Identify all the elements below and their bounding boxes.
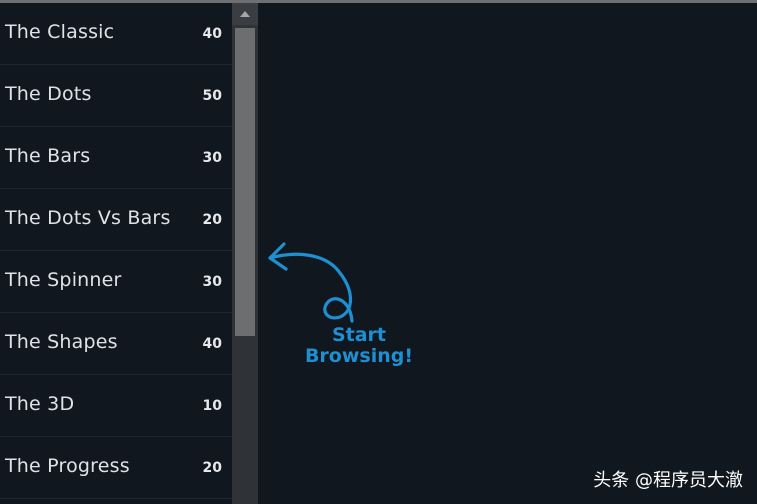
hint-line-2: Browsing! bbox=[304, 345, 414, 367]
hint-line-1: Start bbox=[331, 324, 387, 346]
list-item[interactable]: The Dots 50 bbox=[0, 65, 232, 127]
scrollbar-thumb[interactable] bbox=[235, 28, 255, 336]
item-count: 20 bbox=[202, 212, 222, 228]
list-item[interactable]: The Dots Vs Bars 20 bbox=[0, 189, 232, 251]
item-label: The Spinner bbox=[5, 269, 122, 291]
list-item[interactable]: The Bars 30 bbox=[0, 127, 232, 189]
scroll-up-arrow-icon[interactable] bbox=[232, 3, 258, 25]
item-count: 10 bbox=[202, 398, 222, 414]
item-label: The Shapes bbox=[5, 331, 118, 353]
watermark: 头条 @程序员大澈 bbox=[593, 470, 743, 491]
item-count: 50 bbox=[202, 88, 222, 104]
item-label: The Progress bbox=[5, 455, 130, 477]
item-count: 30 bbox=[202, 274, 222, 290]
list-item[interactable]: The 3D 10 bbox=[0, 375, 232, 437]
item-count: 40 bbox=[202, 26, 222, 42]
item-count: 40 bbox=[202, 336, 222, 352]
item-count: 30 bbox=[202, 150, 222, 166]
item-label: The Classic bbox=[5, 21, 115, 43]
list-item[interactable]: The Progress 20 bbox=[0, 437, 232, 499]
list-item[interactable]: The Shapes 40 bbox=[0, 313, 232, 375]
scrollbar[interactable] bbox=[232, 3, 258, 504]
item-count: 20 bbox=[202, 460, 222, 476]
start-browsing-hint: Start Browsing! bbox=[258, 3, 757, 504]
item-label: The Dots Vs Bars bbox=[5, 207, 171, 229]
sidebar-list[interactable]: The Classic 40 The Dots 50 The Bars 30 T… bbox=[0, 3, 232, 504]
item-label: The Dots bbox=[5, 83, 92, 105]
main-panel: Start Browsing! 头条 @程序员大澈 bbox=[258, 3, 757, 504]
start-browsing-text: Start Browsing! bbox=[304, 325, 414, 367]
list-item[interactable]: The Spinner 30 bbox=[0, 251, 232, 313]
curly-arrow-icon bbox=[268, 242, 354, 323]
item-label: The Bars bbox=[5, 145, 91, 167]
item-label: The 3D bbox=[5, 393, 75, 415]
list-item[interactable]: The Classic 40 bbox=[0, 3, 232, 65]
